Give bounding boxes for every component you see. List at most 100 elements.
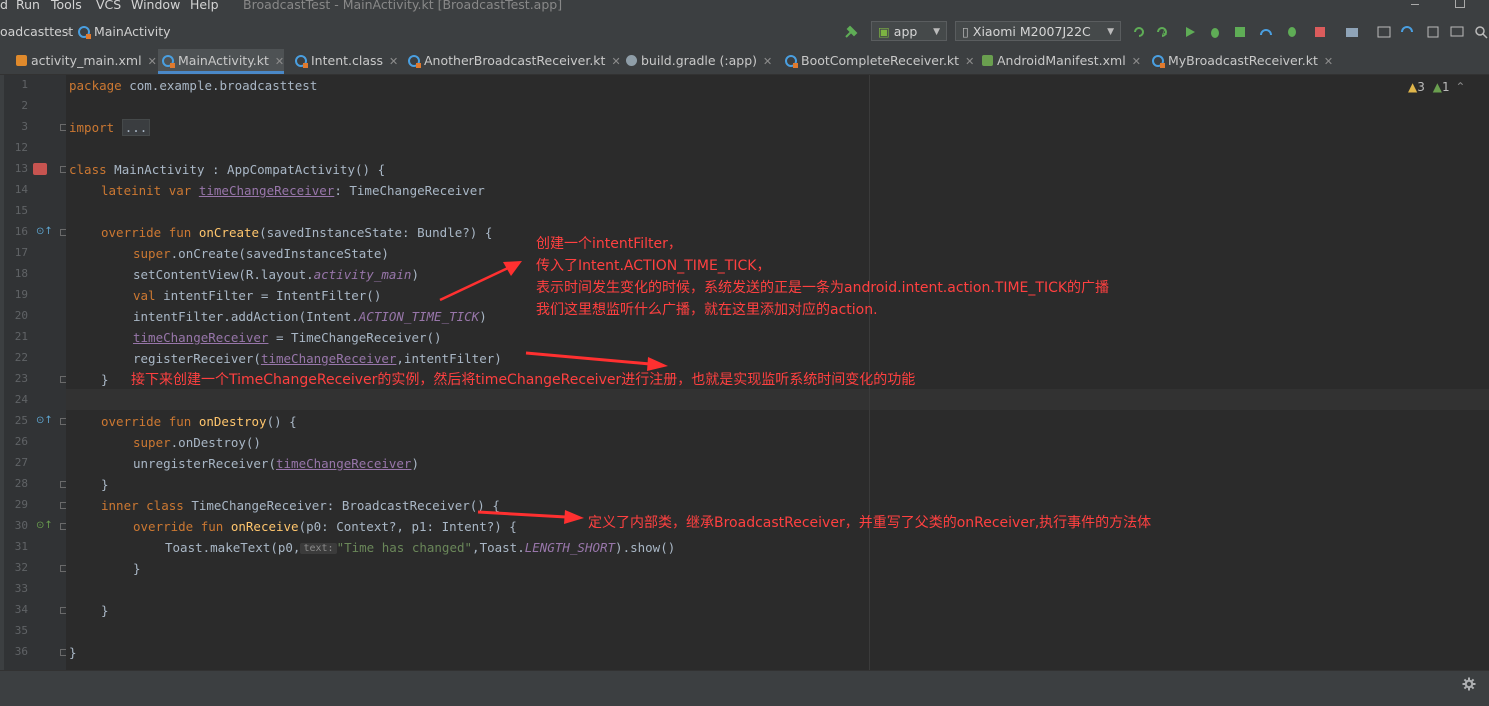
annotation-text: 定义了内部类，继承BroadcastReceiver，并重写了父类的onRece… xyxy=(588,515,1152,531)
run-configuration-select[interactable]: ▣ app ▼ xyxy=(871,21,947,41)
xml-icon xyxy=(16,55,27,66)
override-icon[interactable]: ⊙↑ xyxy=(36,520,53,531)
breadcrumb-project[interactable]: oadcasttest xyxy=(0,24,73,39)
hammer-icon[interactable] xyxy=(844,25,858,39)
code-line[interactable]: registerReceiver(timeChangeReceiver,inte… xyxy=(133,351,502,367)
breadcrumb-separator-icon: › xyxy=(66,24,71,39)
tab-bootcompletereceiver-kt[interactable]: BootCompleteReceiver.kt ✕ xyxy=(781,49,974,74)
attach-debugger-icon[interactable] xyxy=(1285,25,1299,39)
run-icon[interactable] xyxy=(1183,25,1197,39)
close-icon[interactable]: ✕ xyxy=(389,55,398,68)
avd-manager-icon[interactable] xyxy=(1377,25,1391,39)
menu-item-run[interactable]: Run xyxy=(16,0,40,12)
override-icon[interactable]: ⊙↑ xyxy=(36,415,53,426)
profile-icon[interactable] xyxy=(1259,25,1273,39)
editor-tab-bar: activity_main.xml ✕ MainActivity.kt ✕ Inte… xyxy=(0,49,1489,75)
close-icon[interactable]: ✕ xyxy=(275,55,284,68)
close-icon[interactable]: ✕ xyxy=(611,55,620,68)
run-with-coverage-icon[interactable] xyxy=(1233,25,1247,39)
tab-intent-class[interactable]: Intent.class ✕ xyxy=(291,49,398,74)
apply-code-changes-icon[interactable]: A xyxy=(1155,25,1169,39)
apply-changes-icon[interactable] xyxy=(1132,25,1146,39)
code-line[interactable]: } xyxy=(101,603,109,619)
tab-build-gradle[interactable]: build.gradle (:app) ✕ xyxy=(622,49,772,74)
sdk-manager-icon[interactable] xyxy=(1426,25,1440,39)
code-line[interactable]: lateinit var timeChangeReceiver: TimeCha… xyxy=(101,183,485,199)
code-line[interactable]: val intentFilter = IntentFilter() xyxy=(133,288,381,304)
line-number: 27 xyxy=(14,456,28,469)
breadcrumb-file-label: MainActivity xyxy=(93,24,171,39)
folded-imports[interactable]: ... xyxy=(121,119,151,136)
device-select[interactable]: ▯ Xiaomi M2007J22C ▼ xyxy=(955,21,1121,41)
code-line[interactable]: unregisterReceiver(timeChangeReceiver) xyxy=(133,456,419,472)
tab-activity-main-xml[interactable]: activity_main.xml ✕ xyxy=(12,49,157,74)
code-token: super xyxy=(133,246,171,261)
warning-count: 3 xyxy=(1417,80,1425,94)
stop-icon[interactable] xyxy=(1313,25,1327,39)
menu-item-window[interactable]: Window xyxy=(131,0,180,12)
code-line[interactable]: import ... xyxy=(69,119,151,136)
debug-icon[interactable] xyxy=(1208,25,1222,39)
line-number: 35 xyxy=(14,624,28,637)
code-token: TimeChangeReceiver: BroadcastReceiver() … xyxy=(183,498,500,513)
code-line[interactable]: class MainActivity : AppCompatActivity()… xyxy=(69,162,385,178)
code-token: (p0: Context?, p1: Intent?) { xyxy=(298,519,517,534)
code-line[interactable]: intentFilter.addAction(Intent.ACTION_TIM… xyxy=(133,309,487,325)
minimize-icon[interactable] xyxy=(1411,0,1419,5)
gear-icon[interactable] xyxy=(1462,677,1476,691)
close-icon[interactable]: ✕ xyxy=(148,55,157,68)
menu-item-help[interactable]: Help xyxy=(190,0,219,12)
manifest-icon xyxy=(982,55,993,66)
code-token: .onDestroy() xyxy=(170,435,261,450)
menu-item-vcs[interactable]: VCS xyxy=(96,0,121,12)
code-line[interactable]: package com.example.broadcasttest xyxy=(69,78,317,94)
code-line[interactable]: timeChangeReceiver = TimeChangeReceiver(… xyxy=(133,330,442,346)
tab-mybroadcastreceiver-kt[interactable]: MyBroadcastReceiver.kt ✕ xyxy=(1148,49,1333,74)
code-line[interactable]: } xyxy=(69,645,77,661)
code-token: registerReceiver( xyxy=(133,351,261,366)
menu-item-tools[interactable]: Tools xyxy=(51,0,82,12)
line-number: 19 xyxy=(14,288,28,301)
line-number: 34 xyxy=(14,603,28,616)
code-token: super xyxy=(133,435,171,450)
code-line[interactable]: super.onDestroy() xyxy=(133,435,261,451)
sync-gradle-icon[interactable] xyxy=(1400,25,1414,39)
code-line[interactable]: } xyxy=(101,477,109,493)
svg-text:A: A xyxy=(1162,29,1167,37)
menu-item-file[interactable]: d xyxy=(0,0,8,12)
tab-androidmanifest-xml[interactable]: AndroidManifest.xml ✕ xyxy=(978,49,1141,74)
phone-icon: ▯ xyxy=(962,24,969,39)
code-line[interactable]: } xyxy=(133,561,141,577)
code-token: import xyxy=(69,120,115,135)
code-line[interactable]: override fun onDestroy() { xyxy=(101,414,297,430)
search-icon[interactable] xyxy=(1474,25,1488,39)
code-token: activity_main xyxy=(313,267,412,282)
current-line-highlight xyxy=(66,389,1489,410)
close-icon[interactable]: ✕ xyxy=(965,55,974,68)
project-structure-icon[interactable] xyxy=(1345,25,1359,39)
close-icon[interactable]: ✕ xyxy=(1132,55,1141,68)
breadcrumb-file[interactable]: MainActivity xyxy=(78,24,171,39)
tab-label: build.gradle (:app) xyxy=(641,53,758,68)
code-token: ,intentFilter) xyxy=(396,351,502,366)
maximize-icon[interactable] xyxy=(1455,0,1465,8)
code-token: timeChangeReceiver xyxy=(133,330,269,345)
code-token: ,Toast. xyxy=(472,540,525,555)
activity-icon[interactable] xyxy=(33,163,47,175)
close-icon[interactable]: ✕ xyxy=(763,55,772,68)
code-token: .onCreate(savedInstanceState) xyxy=(170,246,389,261)
code-line[interactable]: } xyxy=(101,372,109,388)
inspection-widget[interactable]: ▲3 ▲1 ⌃ xyxy=(1408,80,1465,94)
layout-inspector-icon[interactable] xyxy=(1450,25,1464,39)
code-line[interactable]: Toast.makeText(p0, text: "Time has changed… xyxy=(165,540,675,557)
code-line[interactable]: setContentView(R.layout.activity_main) xyxy=(133,267,419,283)
code-line[interactable]: super.onCreate(savedInstanceState) xyxy=(133,246,389,262)
tab-anotherbroadcastreceiver-kt[interactable]: AnotherBroadcastReceiver.kt ✕ xyxy=(404,49,621,74)
code-line[interactable]: override fun onCreate(savedInstanceState… xyxy=(101,225,492,241)
chevron-up-icon[interactable]: ⌃ xyxy=(1455,80,1465,94)
tab-mainactivity-kt[interactable]: MainActivity.kt ✕ xyxy=(158,49,285,74)
code-line[interactable]: inner class TimeChangeReceiver: Broadcas… xyxy=(101,498,500,514)
close-icon[interactable]: ✕ xyxy=(1324,55,1333,68)
override-icon[interactable]: ⊙↑ xyxy=(36,226,53,237)
code-line[interactable]: override fun onReceive(p0: Context?, p1:… xyxy=(133,519,517,535)
